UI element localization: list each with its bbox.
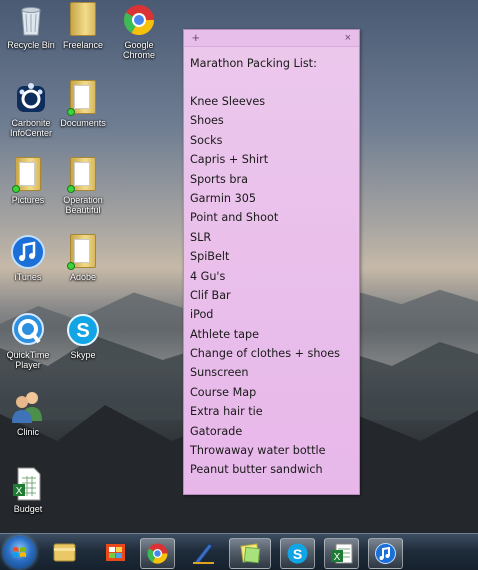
chrome-icon [147,543,168,564]
desktop-icon-adobe[interactable]: Adobe [52,234,114,282]
icon-label: Adobe [69,272,97,282]
folder-icon [53,543,76,562]
sticky-note-toolbar: + × [184,30,359,47]
taskbar-chrome-button[interactable] [140,538,175,569]
taskbar-writer-button[interactable] [187,538,220,567]
close-note-button[interactable]: × [345,30,351,46]
users-icon [10,389,46,425]
skype-icon: S [65,312,101,348]
skype-icon: S [287,543,308,564]
sync-status-icon [67,108,75,116]
list-item: Garmin 305 [190,191,256,205]
taskbar-media-button[interactable] [99,538,132,567]
itunes-icon [375,543,396,564]
taskbar-skype-button[interactable]: S [280,538,315,569]
recycle-bin-icon [13,2,49,38]
icon-label: Freelance [62,40,104,50]
desktop-icon-budget[interactable]: X Budget [0,466,59,514]
note-title: Marathon Packing List: [190,57,317,70]
folder-icon [65,2,101,38]
chrome-icon [121,2,157,38]
svg-text:S: S [293,546,302,562]
itunes-icon [10,234,46,270]
list-item: 4 Gu's [190,269,226,283]
list-item: Extra hair tie [190,405,263,419]
icon-label: QuickTime Player [6,350,50,370]
sticky-note[interactable]: + × Marathon Packing List: Knee Sleeves … [183,29,360,495]
desktop-icon-chrome[interactable]: Google Chrome [108,2,170,60]
folder-icon [65,157,101,193]
sticky-note-icon [240,543,261,564]
list-item: Throwaway water bottle [190,444,326,458]
icon-label: Clinic [16,427,39,437]
list-item: SLR [190,230,212,244]
list-item: Shoes [190,114,224,128]
folder-icon [65,80,101,116]
taskbar-itunes-button[interactable] [368,538,403,569]
add-note-button[interactable]: + [192,30,200,46]
media-icon [106,544,125,561]
svg-text:S: S [76,320,89,342]
list-item: Capris + Shirt [190,153,269,167]
icon-label: Documents [60,118,106,128]
desktop-icon-pictures[interactable]: Pictures [0,157,59,205]
folder-icon [65,234,101,270]
list-item: Gatorade [190,424,243,438]
list-item: Point and Shoot [190,211,279,225]
icon-label: Skype [70,350,96,360]
list-item: Knee Sleeves [190,95,266,108]
windows-logo-icon [12,546,27,558]
svg-text:X: X [334,552,341,563]
start-button[interactable] [3,536,36,569]
list-item: Course Map [190,385,257,399]
desktop-icon-quicktime[interactable]: QuickTime Player [0,312,59,370]
desktop: Recycle Bin Carbonite InfoCenter Picture… [0,0,478,570]
desktop-icon-itunes[interactable]: iTunes [0,234,59,282]
list-item: Change of clothes + shoes [190,347,340,361]
list-item: SpiBelt [190,250,230,264]
folder-icon [10,157,46,193]
list-item: iPod [190,308,214,322]
carbonite-icon [13,80,49,116]
list-item: Socks [190,133,223,147]
taskbar-excel-button[interactable]: X [324,538,359,569]
taskbar-explorer-button[interactable] [48,538,81,567]
sync-status-icon [67,185,75,193]
icon-label: Google Chrome [122,40,155,60]
list-item: Athlete tape [190,327,259,341]
icon-label: Pictures [11,195,45,205]
taskbar-sticky-notes-button[interactable] [229,538,271,569]
sync-status-icon [12,185,20,193]
sticky-note-text[interactable]: Marathon Packing List: Knee Sleeves Shoe… [184,47,359,480]
list-item: Sunscreen [190,366,249,380]
desktop-icon-documents[interactable]: Documents [52,80,114,128]
desktop-icon-freelance[interactable]: Freelance [52,2,114,50]
sync-status-icon [67,262,75,270]
icon-label: Budget [13,504,43,514]
desktop-icon-operation-beautiful[interactable]: Operation Beautiful [52,157,114,215]
icon-label: Operation Beautiful [63,195,103,215]
desktop-icon-clinic[interactable]: Clinic [0,389,59,437]
excel-file-icon: X [10,466,46,502]
svg-text:X: X [16,486,23,497]
pen-icon [193,543,214,565]
excel-icon: X [331,543,353,564]
quicktime-icon [10,312,46,348]
list-item: Clif Bar [190,288,231,302]
list-item: Sports bra [190,172,248,186]
icon-label: iTunes [14,272,42,282]
taskbar: S X [0,533,478,570]
list-item: Peanut butter sandwich [190,463,323,477]
desktop-icon-skype[interactable]: S Skype [52,312,114,360]
